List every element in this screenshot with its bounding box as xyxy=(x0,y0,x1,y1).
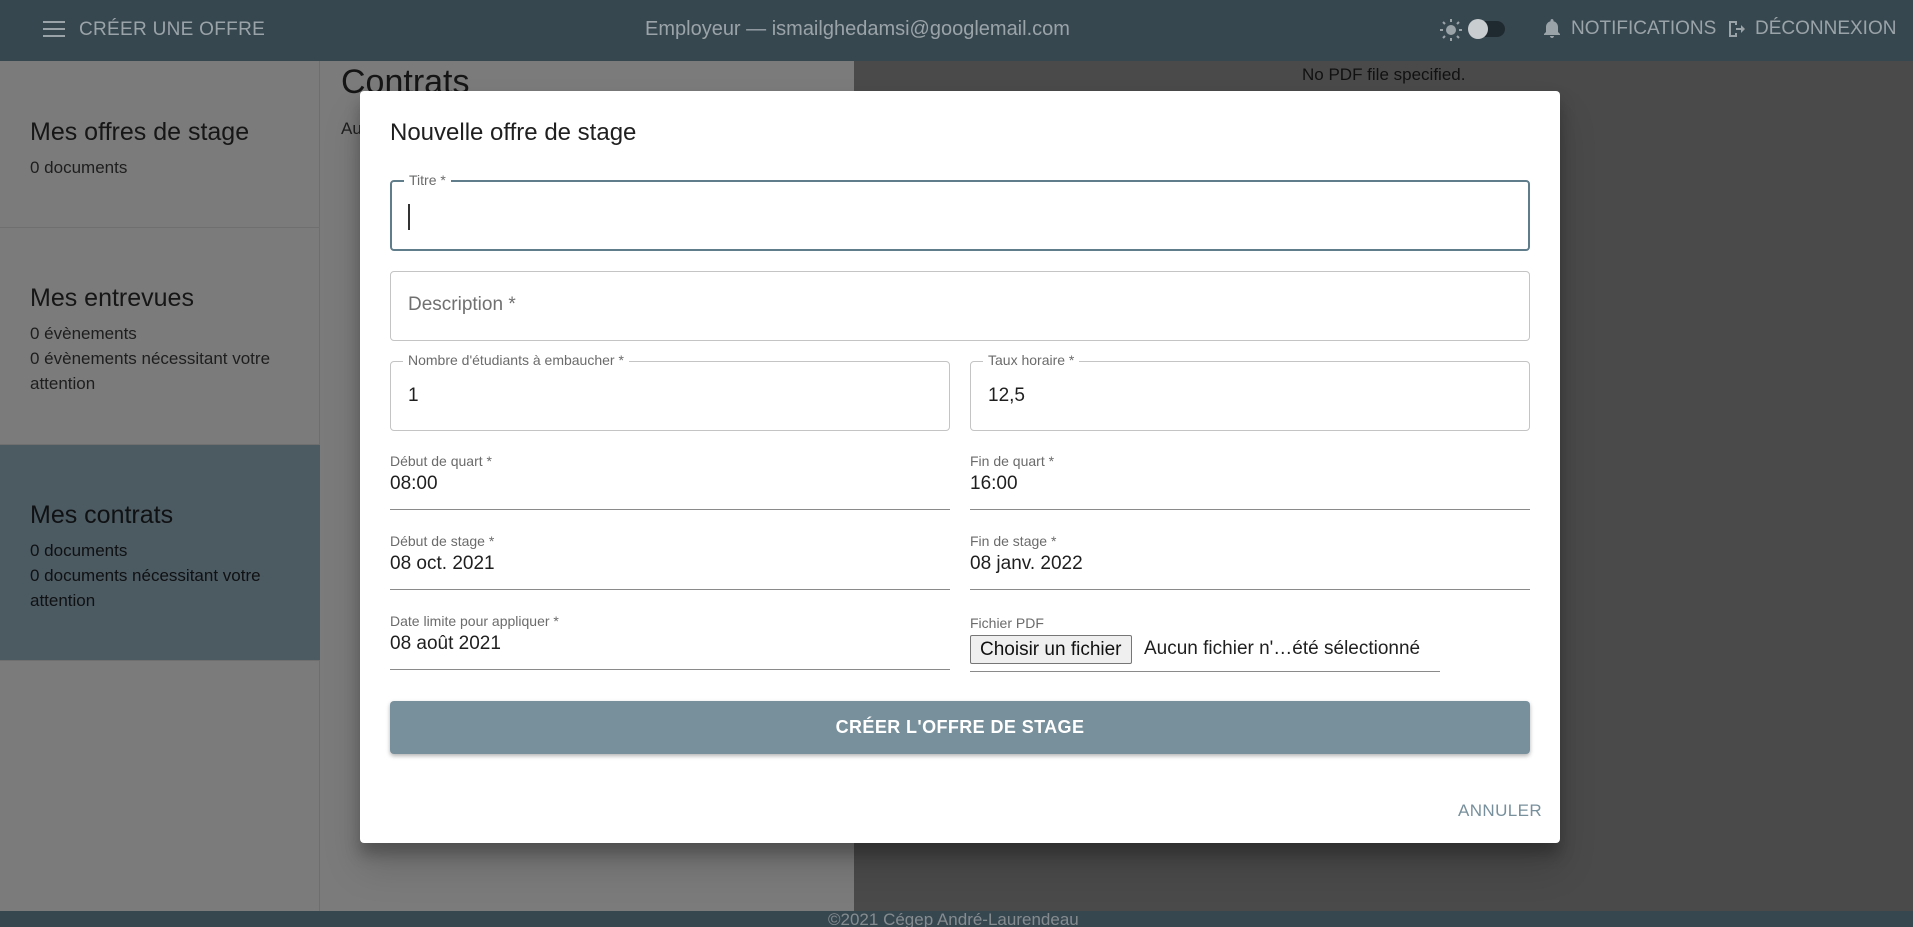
logout-label: DÉCONNEXION xyxy=(1755,18,1897,39)
debut-stage-field[interactable]: Début de stage * 08 oct. 2021 xyxy=(390,533,950,590)
date-limite-value: 08 août 2021 xyxy=(390,633,501,654)
app-bar: CRÉER UNE OFFRE Employeur — ismailghedam… xyxy=(0,0,1913,61)
logout-button[interactable]: DÉCONNEXION xyxy=(1727,18,1896,40)
description-placeholder: Description * xyxy=(408,294,516,315)
fin-stage-field[interactable]: Fin de stage * 08 janv. 2022 xyxy=(970,533,1530,590)
create-offer-button[interactable]: CRÉER UNE OFFRE xyxy=(79,19,265,41)
debut-stage-label: Début de stage * xyxy=(390,533,495,549)
fin-quart-field[interactable]: Fin de quart * 16:00 xyxy=(970,453,1530,510)
card-line: 0 documents xyxy=(30,158,128,177)
taux-horaire-field[interactable]: Taux horaire * 12,5 xyxy=(970,352,1530,431)
choose-file-button[interactable]: Choisir un fichier xyxy=(970,635,1132,664)
fin-quart-value: 16:00 xyxy=(970,473,1018,494)
user-title: Employeur — ismailghedamsi@googlemail.co… xyxy=(645,18,1070,40)
date-limite-field[interactable]: Date limite pour appliquer * 08 août 202… xyxy=(390,613,950,670)
fichier-pdf-label: Fichier PDF xyxy=(970,615,1044,631)
nombre-etudiants-label: Nombre d'étudiants à embaucher * xyxy=(403,352,629,368)
titre-label: Titre * xyxy=(404,172,451,188)
text-caret xyxy=(408,204,410,230)
card-line: attention xyxy=(30,591,96,610)
pdf-message: No PDF file specified. xyxy=(1302,65,1466,84)
fin-quart-label: Fin de quart * xyxy=(970,453,1055,469)
nombre-etudiants-value: 1 xyxy=(408,385,419,406)
page-subtitle: Au xyxy=(341,119,362,138)
card-line: 0 évènements nécessitant votre xyxy=(30,349,271,368)
debut-quart-field[interactable]: Début de quart * 08:00 xyxy=(390,453,950,510)
sidebar-card-contrats[interactable]: Mes contrats 0 documents 0 documents néc… xyxy=(0,445,320,661)
sidebar: Mes offres de stage 0 documents Mes entr… xyxy=(0,61,320,911)
bell-icon xyxy=(1544,19,1560,38)
debut-stage-value: 08 oct. 2021 xyxy=(390,553,495,574)
card-line: 0 documents nécessitant votre xyxy=(30,566,261,585)
card-line: 0 documents xyxy=(30,541,128,560)
fin-stage-value: 08 janv. 2022 xyxy=(970,553,1083,574)
card-line: 0 évènements xyxy=(30,324,137,343)
theme-toggle[interactable] xyxy=(1468,19,1505,39)
debut-quart-label: Début de quart * xyxy=(390,453,492,469)
footer: ©2021 Cégep André-Laurendeau xyxy=(0,911,1913,927)
notifications-button[interactable]: NOTIFICATIONS xyxy=(1543,18,1716,40)
fichier-pdf-field: Fichier PDF Choisir un fichier Aucun fic… xyxy=(970,615,1440,672)
file-status: Aucun fichier n'…été sélectionné xyxy=(1144,638,1421,659)
dialog-title: Nouvelle offre de stage xyxy=(390,119,637,146)
taux-horaire-value: 12,5 xyxy=(988,385,1025,406)
toggle-knob xyxy=(1468,19,1488,39)
logout-icon xyxy=(1729,21,1745,37)
sidebar-card-entrevues[interactable]: Mes entrevues 0 évènements 0 évènements … xyxy=(0,228,320,445)
sun-icon xyxy=(1440,19,1462,41)
card-line: attention xyxy=(30,374,96,393)
nombre-etudiants-field[interactable]: Nombre d'étudiants à embaucher * 1 xyxy=(390,352,950,431)
debut-quart-value: 08:00 xyxy=(390,473,438,494)
card-title: Mes offres de stage xyxy=(30,118,250,146)
footer-text: ©2021 Cégep André-Laurendeau xyxy=(828,911,1079,927)
new-offer-dialog: Nouvelle offre de stage Titre * Descript… xyxy=(360,91,1560,843)
cancel-button[interactable]: ANNULER xyxy=(1458,801,1542,821)
card-title: Mes entrevues xyxy=(30,284,194,312)
card-title: Mes contrats xyxy=(30,501,174,529)
create-offer-submit-button[interactable]: CRÉER L'OFFRE DE STAGE xyxy=(390,701,1530,754)
description-field[interactable]: Description * xyxy=(390,271,1530,341)
titre-field[interactable]: Titre * xyxy=(390,172,1530,251)
taux-horaire-label: Taux horaire * xyxy=(983,352,1080,368)
notifications-label: NOTIFICATIONS xyxy=(1571,18,1717,39)
date-limite-label: Date limite pour appliquer * xyxy=(390,613,559,629)
menu-icon[interactable] xyxy=(42,18,66,40)
fin-stage-label: Fin de stage * xyxy=(970,533,1057,549)
sidebar-card-offres[interactable]: Mes offres de stage 0 documents xyxy=(0,61,320,228)
